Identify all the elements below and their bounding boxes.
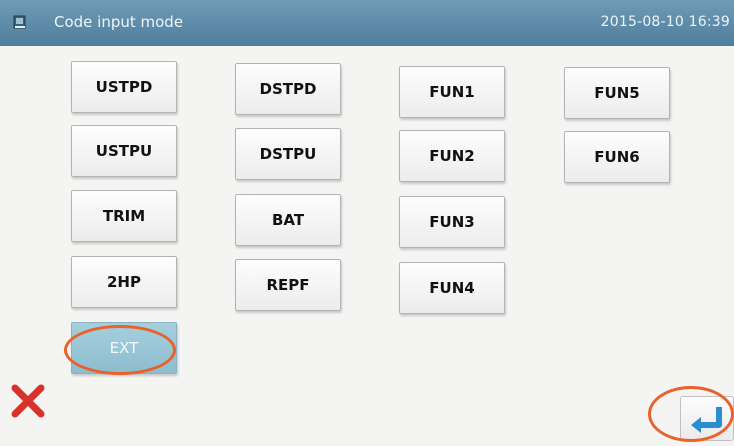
enter-button[interactable] [680,396,734,441]
close-x-icon[interactable] [10,383,46,419]
datetime-label: 2015-08-10 16:39 [600,14,730,30]
dstpu-button[interactable]: DSTPU [235,128,341,180]
ext-button[interactable]: EXT [71,322,177,374]
bat-button[interactable]: BAT [235,194,341,246]
fun2-button[interactable]: FUN2 [399,130,505,182]
title-bar: Code input mode 2015-08-10 16:39 [0,0,734,46]
ustpu-button[interactable]: USTPU [71,125,177,177]
fun1-button[interactable]: FUN1 [399,66,505,118]
repf-button[interactable]: REPF [235,259,341,311]
window-title: Code input mode [54,13,184,31]
2hp-button[interactable]: 2HP [71,256,177,308]
fun5-button[interactable]: FUN5 [564,67,670,119]
dstpd-button[interactable]: DSTPD [235,63,341,115]
enter-return-icon [691,407,722,433]
fun6-button[interactable]: FUN6 [564,131,670,183]
trim-button[interactable]: TRIM [71,190,177,242]
ustpd-button[interactable]: USTPD [71,61,177,113]
book-icon [13,15,26,29]
fun4-button[interactable]: FUN4 [399,262,505,314]
fun3-button[interactable]: FUN3 [399,196,505,248]
